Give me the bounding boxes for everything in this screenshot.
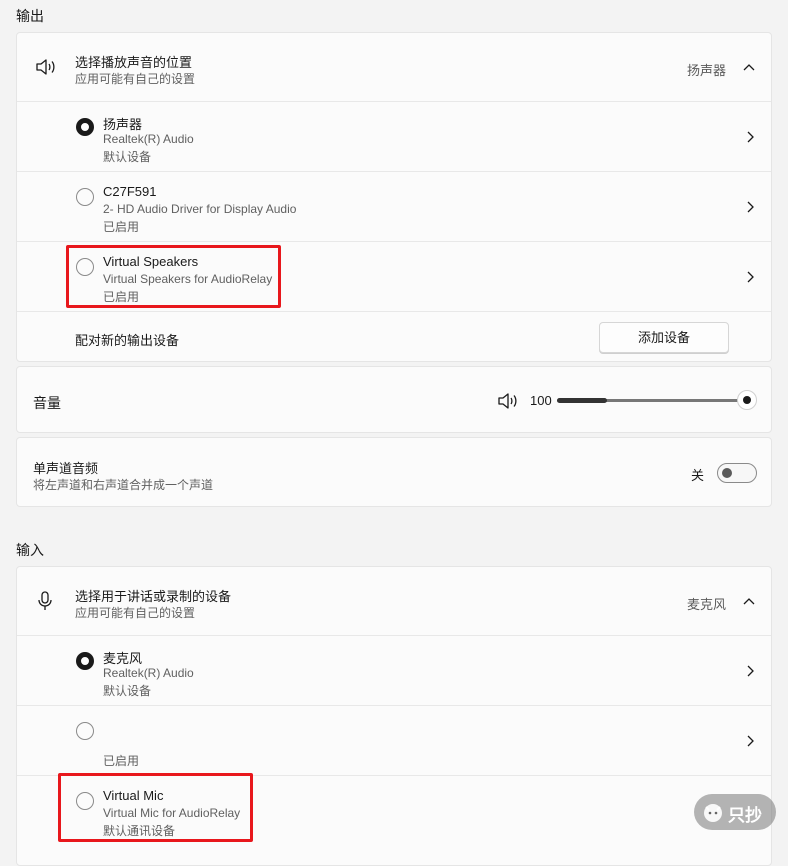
input-section-title: 输入 — [16, 542, 44, 558]
output-device-header[interactable]: 选择播放声音的位置 应用可能有自己的设置 扬声器 — [17, 33, 771, 101]
input-device-header[interactable]: 选择用于讲话或录制的设备 应用可能有自己的设置 麦克风 — [17, 567, 771, 635]
chevron-right-icon[interactable] — [743, 270, 757, 284]
input-selected-device: 麦克风 — [687, 597, 727, 612]
input-header-subtitle: 应用可能有自己的设置 — [75, 606, 196, 620]
pair-output-row: 配对新的输出设备 添加设备 — [17, 311, 771, 363]
output-device-driver: Realtek(R) Audio — [103, 132, 194, 146]
volume-value: 100 — [530, 393, 552, 408]
mono-audio-subtitle: 将左声道和右声道合并成一个声道 — [33, 478, 214, 492]
output-section-title: 输出 — [16, 8, 44, 24]
output-header-title: 选择播放声音的位置 — [75, 55, 193, 70]
input-device-status: 默认设备 — [103, 684, 152, 698]
pair-output-label: 配对新的输出设备 — [75, 333, 180, 348]
volume-card: 音量 100 — [16, 366, 772, 433]
speaker-icon — [35, 58, 57, 81]
output-device-name: C27F591 — [103, 184, 157, 199]
toggle-knob — [722, 468, 732, 478]
microphone-icon — [37, 591, 53, 616]
watermark-badge: 只抄 — [694, 794, 776, 830]
input-device-status: 已启用 — [103, 754, 140, 768]
input-device-radio[interactable] — [76, 722, 94, 740]
output-device-name: 扬声器 — [103, 117, 143, 132]
input-device-driver: Realtek(R) Audio — [103, 666, 194, 680]
chevron-up-icon[interactable] — [742, 595, 756, 609]
output-device-radio[interactable] — [76, 118, 94, 136]
volume-label: 音量 — [33, 395, 61, 411]
output-device-item[interactable]: C27F591 2- HD Audio Driver for Display A… — [17, 171, 771, 242]
output-header-subtitle: 应用可能有自己的设置 — [75, 72, 196, 86]
mono-audio-title: 单声道音频 — [33, 461, 99, 476]
add-device-button[interactable]: 添加设备 — [599, 322, 729, 353]
output-card: 选择播放声音的位置 应用可能有自己的设置 扬声器 扬声器 Realtek(R) … — [16, 32, 772, 362]
chevron-up-icon[interactable] — [742, 61, 756, 75]
output-selected-device: 扬声器 — [687, 63, 727, 78]
mono-audio-toggle[interactable] — [717, 463, 757, 483]
watermark-text: 只抄 — [728, 806, 762, 825]
volume-speaker-icon[interactable] — [497, 392, 519, 415]
highlight-box — [58, 773, 253, 842]
input-device-name: 麦克风 — [103, 651, 143, 666]
chevron-right-icon[interactable] — [743, 664, 757, 678]
output-device-status: 默认设备 — [103, 150, 152, 164]
input-device-radio[interactable] — [76, 652, 94, 670]
chevron-right-icon[interactable] — [743, 130, 757, 144]
input-device-item[interactable]: 已启用 — [17, 705, 771, 776]
highlight-box — [66, 245, 281, 308]
output-device-driver: 2- HD Audio Driver for Display Audio — [103, 202, 297, 216]
output-device-status: 已启用 — [103, 220, 140, 234]
mono-audio-state: 关 — [691, 468, 705, 483]
cat-logo-icon — [702, 801, 724, 828]
volume-slider-fill — [557, 398, 607, 403]
volume-slider-thumb[interactable] — [737, 390, 757, 410]
chevron-right-icon[interactable] — [743, 734, 757, 748]
chevron-right-icon[interactable] — [743, 200, 757, 214]
output-device-item[interactable]: 扬声器 Realtek(R) Audio 默认设备 — [17, 101, 771, 172]
output-device-radio[interactable] — [76, 188, 94, 206]
input-device-item[interactable]: 麦克风 Realtek(R) Audio 默认设备 — [17, 635, 771, 706]
mono-audio-card: 单声道音频 将左声道和右声道合并成一个声道 关 — [16, 437, 772, 507]
input-header-title: 选择用于讲话或录制的设备 — [75, 589, 232, 604]
